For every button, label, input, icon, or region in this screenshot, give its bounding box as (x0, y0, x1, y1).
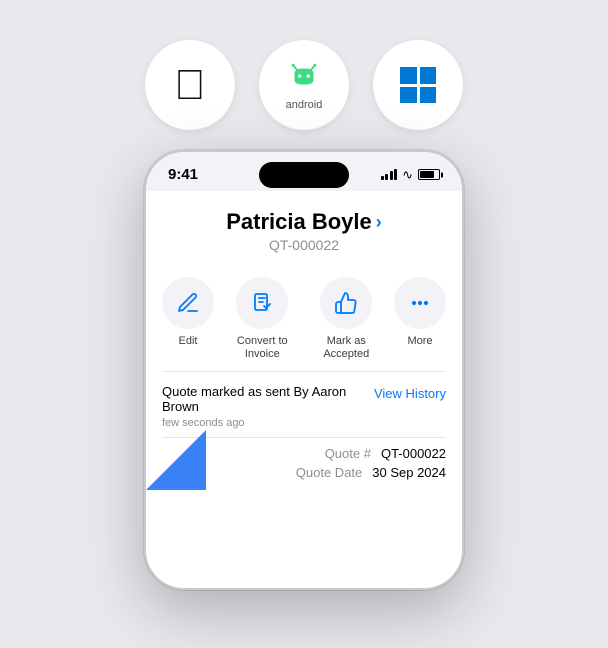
quote-number-label: Quote # (325, 446, 371, 461)
quote-number-value: QT-000022 (381, 446, 446, 461)
quote-number: QT-000022 (162, 237, 446, 253)
action-buttons-row: Edit Convert to Invoice (146, 263, 462, 371)
sent-badge-container: SENT (146, 430, 206, 490)
more-icon-circle (394, 277, 446, 329)
android-robot-icon (285, 59, 323, 97)
activity-time: few seconds ago (162, 417, 374, 429)
client-name: Patricia Boyle › (162, 209, 446, 235)
client-name-text: Patricia Boyle (226, 209, 372, 235)
convert-invoice-button[interactable]: Convert to Invoice (220, 277, 305, 361)
activity-info: Quote marked as sent By Aaron Brown few … (162, 384, 374, 429)
more-label: More (407, 335, 432, 348)
quote-date-label: Quote Date (296, 465, 363, 480)
convert-label: Convert to Invoice (220, 335, 305, 361)
dynamic-island (259, 162, 349, 188)
phone-frame: 9:41 ∿ (144, 150, 464, 590)
edit-icon-circle (162, 277, 214, 329)
platform-icons-row:  android (145, 40, 463, 130)
convert-icon-circle (236, 277, 288, 329)
more-ellipsis-icon (408, 291, 432, 315)
android-label: android (286, 99, 323, 111)
mark-accepted-label: Mark as Accepted (305, 335, 388, 361)
mark-accepted-icon-circle (320, 277, 372, 329)
activity-row: Quote marked as sent By Aaron Brown few … (146, 372, 462, 437)
sent-badge-triangle (146, 430, 206, 490)
phone-mockup: 9:41 ∿ (144, 150, 464, 590)
status-icons: ∿ (381, 167, 440, 183)
quote-date-value: 30 Sep 2024 (372, 465, 446, 480)
quote-header: Patricia Boyle › QT-000022 (146, 191, 462, 263)
thumbs-up-icon (334, 291, 358, 315)
battery-icon (418, 169, 440, 180)
quote-details-section: Quote # QT-000022 Quote Date 30 Sep 2024… (146, 438, 462, 490)
android-platform-circle[interactable]: android (259, 40, 349, 130)
edit-button[interactable]: Edit (156, 277, 220, 361)
apple-platform-circle[interactable]:  (145, 40, 235, 130)
more-button[interactable]: More (388, 277, 452, 361)
edit-label: Edit (179, 335, 198, 348)
windows-icon (400, 67, 436, 103)
mark-accepted-button[interactable]: Mark as Accepted (305, 277, 388, 361)
signal-icon (381, 169, 398, 180)
wifi-icon: ∿ (402, 167, 413, 183)
activity-text: Quote marked as sent By Aaron Brown (162, 384, 374, 414)
apple-icon:  (174, 64, 206, 106)
windows-platform-circle[interactable] (373, 40, 463, 130)
status-time: 9:41 (168, 166, 198, 183)
chevron-right-icon[interactable]: › (376, 212, 382, 233)
phone-screen: 9:41 ∿ (146, 152, 462, 588)
convert-invoice-icon (250, 291, 274, 315)
view-history-link[interactable]: View History (374, 384, 446, 401)
edit-icon (176, 291, 200, 315)
screen-content: Patricia Boyle › QT-000022 (146, 191, 462, 588)
